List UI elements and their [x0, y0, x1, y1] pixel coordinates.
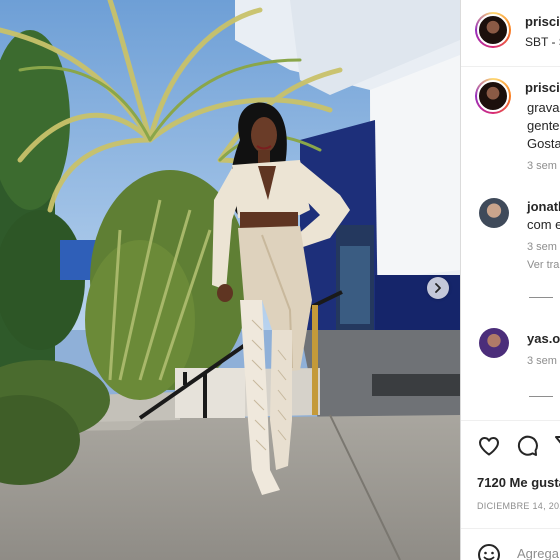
commenter-avatar[interactable] [479, 198, 509, 228]
actions-divider [461, 420, 560, 421]
share-icon[interactable] [553, 434, 560, 458]
comment-text: com e [527, 217, 560, 232]
caption-author-avatar[interactable] [475, 78, 511, 114]
header-divider [461, 66, 560, 67]
commenter-username[interactable]: jonathan [527, 199, 560, 214]
post-image [0, 0, 460, 560]
caption-line: gente [527, 118, 560, 133]
heart-icon[interactable] [477, 434, 501, 458]
commenter-avatar[interactable] [479, 328, 509, 358]
add-comment-input[interactable]: Agrega un comentario... [517, 546, 560, 560]
replies-separator [529, 297, 553, 298]
comment-time: 3 sem [527, 241, 557, 253]
post-side-panel: priscilapereira SBT - Sistema Brasileiro… [460, 0, 560, 560]
post-location[interactable]: SBT - Sistema Brasileiro de Televisão [525, 35, 560, 49]
emoji-icon[interactable] [477, 543, 501, 560]
caption-line: Gosta [527, 136, 560, 151]
comment-time: 3 sem [527, 355, 557, 367]
view-translation-link[interactable]: Ver tra [527, 259, 559, 271]
next-photo-button[interactable] [427, 277, 449, 299]
commenter-username[interactable]: yas.of [527, 331, 560, 346]
author-username[interactable]: priscilapereira [525, 14, 560, 29]
caption-time: 3 sem [527, 160, 557, 172]
caption-author-username[interactable]: priscilapereira [525, 80, 560, 95]
post-photo[interactable] [0, 0, 460, 560]
comment-icon[interactable] [515, 434, 539, 458]
author-avatar[interactable] [475, 12, 511, 48]
post-date: DICIEMBRE 14, 2021 [477, 501, 560, 511]
likes-count[interactable]: 7120 Me gusta [477, 475, 560, 490]
chevron-right-icon [435, 283, 441, 293]
caption-line: gravando [527, 100, 560, 115]
comment-box-divider [461, 528, 560, 529]
replies-separator [529, 396, 553, 397]
